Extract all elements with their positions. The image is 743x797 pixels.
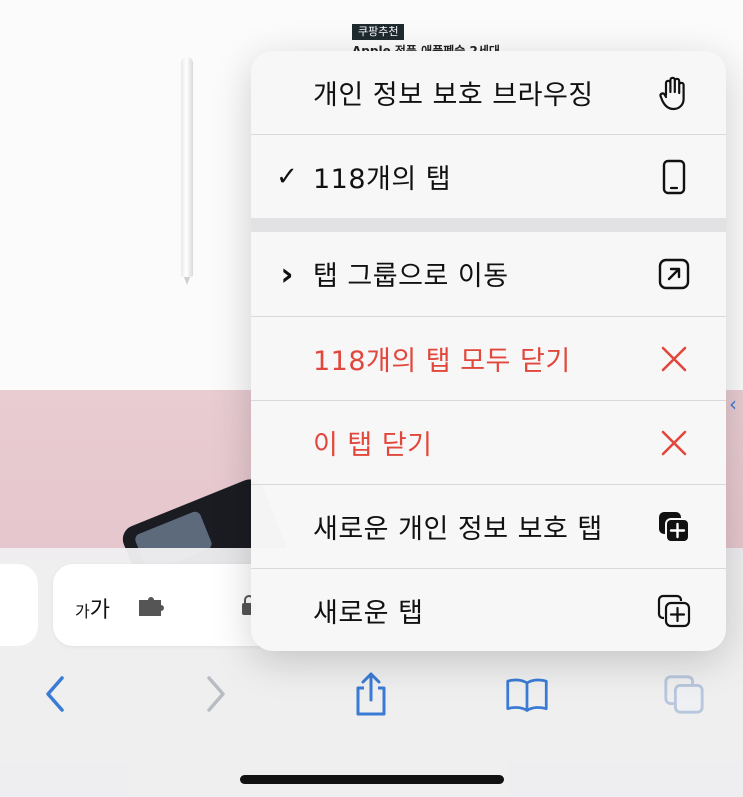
book-icon (506, 678, 548, 712)
menu-item-label: 118개의 탭 모두 닫기 (313, 346, 571, 377)
forward-button[interactable] (194, 672, 238, 716)
previous-tab-pill[interactable] (0, 564, 38, 646)
plus-square-on-square-icon (654, 591, 694, 631)
chevron-right-icon: › (280, 254, 294, 293)
menu-section-gap (251, 218, 726, 232)
tabs-context-menu: 개인 정보 보호 브라우징 ✓ 118개의 탭 › 탭 그룹으로 이동 118개… (251, 51, 726, 651)
share-icon (356, 672, 386, 716)
menu-item-label: 탭 그룹으로 이동 (313, 261, 509, 292)
menu-item-label: 새로운 개인 정보 보호 탭 (313, 514, 603, 545)
apple-pencil-image (181, 57, 193, 285)
menu-item-label: 이 탭 닫기 (313, 430, 433, 461)
side-chevron-icon[interactable]: ‹ (729, 392, 737, 416)
menu-item-label: 새로운 탭 (313, 598, 424, 629)
extension-puzzle-icon[interactable] (137, 594, 169, 618)
menu-item-move-to-tab-group[interactable]: › 탭 그룹으로 이동 (251, 232, 726, 315)
chevron-left-icon (46, 676, 64, 712)
text-size-button[interactable]: 가가 (75, 592, 110, 624)
hand-icon (654, 73, 694, 113)
menu-item-label: 개인 정보 보호 브라우징 (313, 80, 594, 111)
menu-item-new-private-tab[interactable]: 새로운 개인 정보 보호 탭 (251, 485, 726, 568)
bookmarks-button[interactable] (505, 672, 549, 716)
tabs-icon (664, 675, 704, 714)
iphone-icon (654, 157, 694, 197)
home-indicator (240, 775, 504, 784)
menu-item-private-browsing[interactable]: 개인 정보 보호 브라우징 (251, 51, 726, 134)
back-button[interactable] (33, 672, 77, 716)
chevron-right-icon (207, 676, 225, 712)
plus-square-on-square-filled-icon (654, 507, 694, 547)
arrow-up-right-square-icon (654, 254, 694, 294)
menu-item-tab-count[interactable]: ✓ 118개의 탭 (251, 135, 726, 218)
menu-item-label: 118개의 탭 (313, 164, 452, 195)
close-x-icon (654, 423, 694, 463)
tabs-button[interactable] (662, 672, 706, 716)
checkmark-icon: ✓ (276, 161, 298, 192)
share-button[interactable] (349, 672, 393, 716)
menu-item-new-tab[interactable]: 새로운 탭 (251, 569, 726, 651)
menu-item-close-this-tab[interactable]: 이 탭 닫기 (251, 401, 726, 484)
close-x-icon (654, 339, 694, 379)
ad-tag: 쿠팡추천 (352, 24, 405, 40)
menu-item-close-all-tabs[interactable]: 118개의 탭 모두 닫기 (251, 317, 726, 400)
